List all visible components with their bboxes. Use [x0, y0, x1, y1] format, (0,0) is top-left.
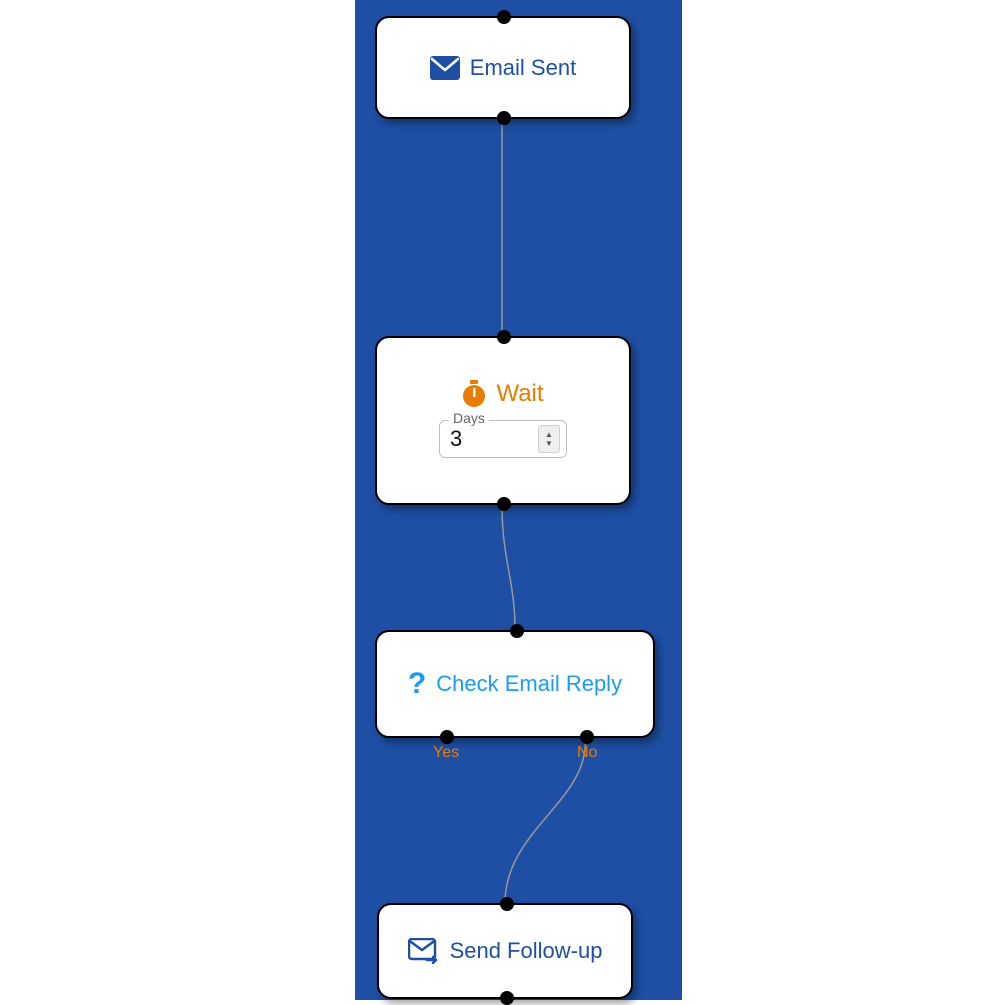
node-title: Wait: [496, 380, 543, 408]
node-handle-bottom[interactable]: [500, 991, 514, 1005]
chevron-up-icon: ▲: [545, 430, 553, 439]
question-icon: ?: [408, 667, 426, 701]
days-legend: Days: [449, 410, 489, 426]
node-handle-bottom[interactable]: [497, 111, 511, 125]
chevron-down-icon: ▼: [545, 439, 553, 448]
node-handle-top[interactable]: [497, 10, 511, 24]
timer-icon: [462, 380, 486, 408]
node-handle-bottom[interactable]: [497, 497, 511, 511]
node-handle-no[interactable]: [580, 730, 594, 744]
node-handle-yes[interactable]: [440, 730, 454, 744]
node-title: Email Sent: [470, 55, 576, 81]
email-icon: [430, 56, 460, 80]
days-stepper[interactable]: ▲ ▼: [538, 425, 560, 453]
node-handle-top[interactable]: [510, 624, 524, 638]
node-wait[interactable]: Wait Days 3 ▲ ▼: [375, 336, 631, 505]
node-check-reply[interactable]: ? Check Email Reply Yes No: [375, 630, 655, 738]
node-handle-top[interactable]: [500, 897, 514, 911]
node-email-sent[interactable]: Email Sent: [375, 16, 631, 119]
email-send-icon: [408, 938, 440, 964]
node-title: Check Email Reply: [436, 671, 622, 697]
flow-canvas[interactable]: Email Sent Wait Days 3: [355, 0, 682, 1000]
branch-label-no: No: [577, 744, 597, 762]
days-value: 3: [450, 426, 462, 452]
branch-label-yes: Yes: [433, 744, 459, 762]
node-handle-top[interactable]: [497, 330, 511, 344]
node-title: Send Follow-up: [450, 938, 603, 964]
node-follow-up[interactable]: Send Follow-up: [377, 903, 633, 999]
